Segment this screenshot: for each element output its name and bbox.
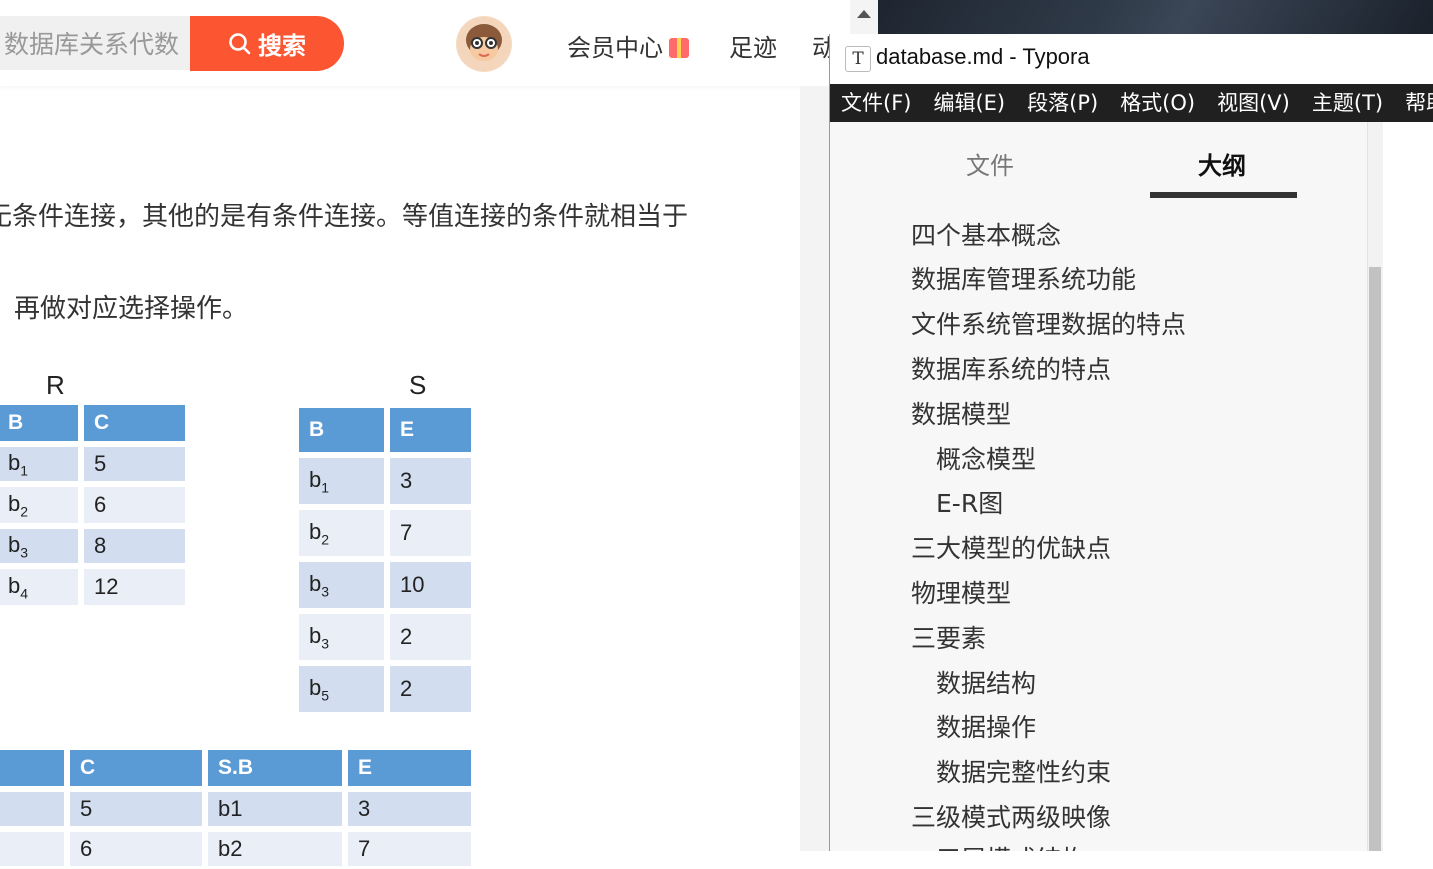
table-r: BC b1 5 b2 6 b3 8 b4 12 [0,402,188,608]
table-header: B [296,405,387,455]
table-header: C [67,747,205,789]
table-header: B [0,402,81,444]
article-paragraph-1: 无条件连接，其他的是有条件连接。等值连接的条件就相当于 [0,202,689,232]
gift-icon [669,38,689,58]
menu-edit[interactable]: 编辑(E) [922,84,1016,122]
outline-item[interactable]: 数据库系统的特点 [911,350,1111,386]
menu-view[interactable]: 视图(V) [1206,84,1301,122]
outline-item[interactable]: 文件系统管理数据的特点 [911,305,1186,341]
outline-item[interactable]: 概念模型 [936,440,1036,476]
scroll-up-arrow-icon[interactable] [857,10,871,18]
table-r-label: R [46,370,65,400]
table-header: E [345,747,474,789]
table-header: E [387,405,474,455]
window-title: database.md - Typora [876,44,1090,69]
outline-item[interactable]: 三要素 [911,619,986,655]
outline-item[interactable]: 三层模式结构 [936,840,1086,851]
editor-area-edge [1383,122,1433,851]
menu-help[interactable]: 帮助( [1394,84,1433,122]
table-header: C [81,402,188,444]
outline-item[interactable]: 数据模型 [911,395,1011,431]
outline-scrollbar-thumb[interactable] [1369,267,1381,851]
site-header: 数据库关系代数 搜索 会员中心 足迹 动 [0,0,850,86]
table-row: b3 8 [0,526,188,566]
table-row: b2 7 [296,507,474,559]
outline-item[interactable]: 数据库管理系统功能 [911,260,1136,296]
avatar-monkey-icon [457,17,511,71]
menu-bar: 文件(F) 编辑(E) 段落(P) 格式(O) 视图(V) 主题(T) 帮助( [830,84,1433,122]
sidebar-tabs: 文件 大纲 [830,122,1382,202]
search-icon [229,32,251,54]
outline-item[interactable]: 四个基本概念 [911,216,1061,252]
table-row: b4 12 [0,566,188,608]
search-input-value: 数据库关系代数 [4,30,180,59]
tab-files[interactable]: 文件 [966,146,1014,181]
search-button-label: 搜索 [258,32,306,60]
title-bar[interactable]: T database.md - Typora [830,34,1433,84]
search-button[interactable]: 搜索 [190,16,344,71]
table-row: b3 10 [296,559,474,611]
avatar[interactable] [456,16,512,72]
nav-member-center[interactable]: 会员中心 [567,28,689,63]
menu-theme[interactable]: 主题(T) [1301,84,1394,122]
menu-paragraph[interactable]: 段落(P) [1016,84,1109,122]
article-paragraph-2: 再做对应选择操作。 [14,294,249,324]
typora-window: T database.md - Typora 文件(F) 编辑(E) 段落(P)… [829,34,1433,851]
active-tab-indicator [1150,192,1297,198]
table-row: 5 b1 3 [0,789,474,829]
outline-item[interactable]: 数据操作 [936,708,1036,744]
table-row: b1 3 [296,455,474,507]
menu-file[interactable]: 文件(F) [830,84,922,122]
outline-item[interactable]: 数据完整性约束 [936,753,1111,789]
table-header [0,747,67,789]
table-row: b1 5 [0,444,188,484]
table-row: b2 6 [0,484,188,526]
search-input[interactable]: 数据库关系代数 [0,16,190,70]
nav-footprint[interactable]: 足迹 [729,28,777,63]
table-header: S.B [205,747,345,789]
outline-item[interactable]: 三级模式两级映像 [911,798,1111,834]
table-s-label: S [409,370,427,400]
outline-item[interactable]: 三大模型的优缺点 [911,529,1111,565]
table-row: b5 2 [296,663,474,715]
typora-app-icon: T [845,46,871,72]
menu-format[interactable]: 格式(O) [1109,84,1206,122]
table-row: b3 2 [296,611,474,663]
table-s: BE b1 3 b2 7 b3 10 b3 2 b5 2 [296,405,474,715]
table-row: 6 b2 7 [0,829,474,869]
outline-item[interactable]: E-R图 [936,484,1003,520]
outline-item[interactable]: 物理模型 [911,574,1011,610]
outline-item[interactable]: 数据结构 [936,664,1036,700]
desktop-background [878,0,1433,34]
tab-outline[interactable]: 大纲 [1198,146,1246,181]
